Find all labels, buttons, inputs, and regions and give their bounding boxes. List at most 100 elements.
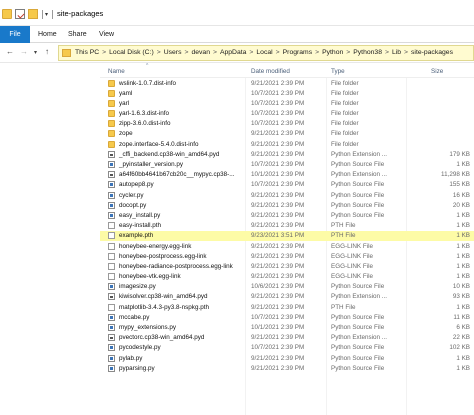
- breadcrumb-item[interactable]: Local Disk (C:): [109, 49, 154, 56]
- file-date-modified: 9/21/2021 2:39 PM: [251, 273, 305, 281]
- breadcrumb-item[interactable]: Lib: [392, 49, 401, 56]
- tab-file[interactable]: File: [0, 26, 30, 43]
- file-name: _pyinstaller_version.py: [119, 161, 184, 168]
- tab-share[interactable]: Share: [68, 26, 87, 43]
- breadcrumb-separator-icon[interactable]: >: [276, 49, 280, 56]
- breadcrumb-separator-icon[interactable]: >: [385, 49, 389, 56]
- file-row[interactable]: a64f60bb4641b67cb20c__mypyc.cp38-... 10/1…: [100, 170, 474, 180]
- breadcrumb-separator-icon[interactable]: >: [157, 49, 161, 56]
- folder-icon[interactable]: [2, 9, 12, 19]
- file-list: Name ^ Date modified Type Size wslink-1.…: [100, 63, 474, 415]
- folder-icon: [108, 89, 115, 97]
- column-header-name-label: Name: [108, 68, 125, 75]
- file-row[interactable]: kiwisolver.cp38-win_amd64.pyd 9/21/2021 2…: [100, 292, 474, 302]
- file-row[interactable]: honeybee-vtk.egg-link 9/21/2021 2:39 PM EG…: [100, 272, 474, 282]
- file-icon: [108, 222, 115, 230]
- file-row[interactable]: yaml 10/7/2021 2:39 PM File folder: [100, 88, 474, 98]
- file-row[interactable]: imagesize.py 10/6/2021 2:39 PM Python Sour…: [100, 282, 474, 292]
- file-row[interactable]: easy-install.pth 9/21/2021 2:39 PM PTH Fil…: [100, 221, 474, 231]
- breadcrumb-separator-icon[interactable]: >: [184, 49, 188, 56]
- sort-ascending-icon: ^: [146, 63, 149, 69]
- file-type: EGG-LINK File: [331, 273, 373, 281]
- column-header-date-modified[interactable]: Date modified: [251, 68, 290, 75]
- breadcrumb-item[interactable]: Local: [256, 49, 272, 56]
- column-header-size[interactable]: Size: [431, 68, 443, 75]
- forward-arrow-icon[interactable]: →: [20, 47, 28, 56]
- breadcrumb-separator-icon[interactable]: >: [102, 49, 106, 56]
- breadcrumb-separator-icon[interactable]: >: [404, 49, 408, 56]
- breadcrumb-separator-icon[interactable]: >: [346, 49, 350, 56]
- file-row[interactable]: zope.interface-5.4.0.dist-info 9/21/2021 …: [100, 139, 474, 149]
- file-row[interactable]: honeybee-energy.egg-link 9/21/2021 2:39 P…: [100, 241, 474, 251]
- file-size: 1 KB: [456, 211, 470, 219]
- breadcrumb-separator-icon[interactable]: >: [315, 49, 319, 56]
- file-size: 11 KB: [453, 313, 470, 321]
- navigation-pane[interactable]: [0, 63, 100, 415]
- file-type: File folder: [331, 89, 359, 97]
- tab-home[interactable]: Home: [38, 26, 57, 43]
- properties-icon[interactable]: [15, 9, 25, 19]
- file-type: Python Source File: [331, 191, 385, 199]
- file-icon: [108, 303, 115, 311]
- file-row[interactable]: cycler.py 9/21/2021 2:39 PM Python Source …: [100, 190, 474, 200]
- file-row[interactable]: wslink-1.0.7.dist-info 9/21/2021 2:39 PM F…: [100, 78, 474, 88]
- recent-locations-chevron-icon[interactable]: ▾: [34, 49, 37, 56]
- file-date-modified: 9/23/2021 3:51 PM: [251, 232, 305, 240]
- file-name: mccabe.py: [119, 313, 150, 321]
- file-row[interactable]: honeybee-postprocess.egg-link 9/21/2021 2…: [100, 251, 474, 261]
- file-row[interactable]: zope 9/21/2021 2:39 PM File folder: [100, 129, 474, 139]
- customize-quick-access-dropdown-icon[interactable]: ▾: [45, 11, 48, 18]
- file-row[interactable]: yarl 10/7/2021 2:39 PM File folder: [100, 98, 474, 108]
- file-row[interactable]: mypy_extensions.py 10/1/2021 2:39 PM Pytho…: [100, 323, 474, 333]
- file-type: File folder: [331, 140, 359, 148]
- breadcrumb-item[interactable]: Users: [164, 49, 182, 56]
- breadcrumb-item[interactable]: This PC: [75, 49, 99, 56]
- file-type: Python Extension ...: [331, 150, 388, 158]
- file-date-modified: 9/21/2021 2:39 PM: [251, 222, 305, 230]
- file-row[interactable]: pylab.py 9/21/2021 2:39 PM Python Source F…: [100, 353, 474, 363]
- file-date-modified: 9/21/2021 2:39 PM: [251, 364, 305, 372]
- file-row[interactable]: pyparsing.py 9/21/2021 2:39 PM Python Sour…: [100, 363, 474, 373]
- back-arrow-icon[interactable]: ←: [6, 47, 14, 56]
- file-type: Python Source File: [331, 161, 385, 168]
- column-header-name[interactable]: Name: [108, 68, 125, 75]
- breadcrumb-separator-icon[interactable]: >: [249, 49, 253, 56]
- file-row[interactable]: autopep8.py 10/7/2021 2:39 PM Python Sourc…: [100, 180, 474, 190]
- file-type: File folder: [331, 120, 359, 128]
- tab-view[interactable]: View: [99, 26, 114, 43]
- file-name: autopep8.py: [119, 181, 154, 189]
- file-row[interactable]: docopt.py 9/21/2021 2:39 PM Python Source …: [100, 200, 474, 210]
- pyd-file-icon: [108, 150, 115, 158]
- file-row[interactable]: example.pth 9/23/2021 3:51 PM PTH File 1 KB: [100, 230, 474, 241]
- breadcrumb-item[interactable]: AppData: [220, 49, 246, 56]
- breadcrumb-item[interactable]: Programs: [283, 49, 312, 56]
- address-row: ← → ▾ ↑ This PC > Local Disk (C:) > Users > de…: [0, 43, 474, 63]
- file-date-modified: 9/21/2021 2:39 PM: [251, 303, 305, 311]
- breadcrumb-item[interactable]: Python38: [353, 49, 382, 56]
- file-name: pycodestyle.py: [119, 344, 161, 352]
- file-row[interactable]: easy_install.py 9/21/2021 2:39 PM Python S…: [100, 210, 474, 220]
- file-row[interactable]: _cffi_backend.cp38-win_amd64.pyd 9/21/202…: [100, 149, 474, 159]
- file-row[interactable]: zipp-3.6.0.dist-info 10/7/2021 2:39 PM Fil…: [100, 119, 474, 129]
- separator: [52, 10, 53, 19]
- breadcrumb-item[interactable]: Python: [322, 49, 343, 56]
- breadcrumb-item[interactable]: site-packages: [411, 49, 453, 56]
- file-row[interactable]: _pyinstaller_version.py 10/7/2021 2:39 PM…: [100, 160, 474, 170]
- new-folder-icon[interactable]: [28, 9, 38, 19]
- breadcrumb-item[interactable]: devan: [191, 49, 210, 56]
- column-header-type[interactable]: Type: [331, 68, 345, 75]
- breadcrumb-separator-icon[interactable]: >: [213, 49, 217, 56]
- file-row[interactable]: honeybee-radiance-postprocess.egg-link 9/…: [100, 261, 474, 271]
- file-row[interactable]: pycodestyle.py 10/7/2021 2:39 PM Python So…: [100, 343, 474, 353]
- address-bar[interactable]: This PC > Local Disk (C:) > Users > devan > AppD…: [58, 45, 474, 61]
- file-name: zipp-3.6.0.dist-info: [119, 120, 171, 128]
- file-row[interactable]: yarl-1.6.3.dist-info 10/7/2021 2:39 PM Fil…: [100, 109, 474, 119]
- file-row[interactable]: mccabe.py 10/7/2021 2:39 PM Python Source …: [100, 312, 474, 322]
- up-arrow-icon[interactable]: ↑: [45, 47, 49, 56]
- file-name: wslink-1.0.7.dist-info: [119, 79, 177, 87]
- file-row[interactable]: matplotlib-3.4.3-py3.8-nspkg.pth 9/21/202…: [100, 302, 474, 312]
- window-title: site-packages: [57, 9, 104, 18]
- python-file-icon: [108, 181, 115, 189]
- file-row[interactable]: pvectorc.cp38-win_amd64.pyd 9/21/2021 2:3…: [100, 333, 474, 343]
- pyd-file-icon: [108, 171, 115, 179]
